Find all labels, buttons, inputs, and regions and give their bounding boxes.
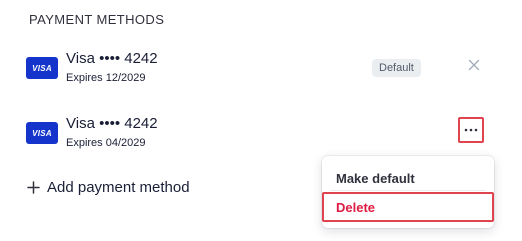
default-badge: Default — [372, 59, 421, 77]
payment-method-row: VISA Visa •••• 4242 Expires 04/2029 — [26, 115, 496, 155]
card-expiry: Expires 12/2029 — [66, 72, 146, 84]
card-expiry: Expires 04/2029 — [66, 137, 146, 149]
close-icon — [468, 59, 480, 71]
card-label: Visa •••• 4242 — [66, 115, 158, 132]
plus-icon — [27, 180, 40, 194]
add-payment-method-label: Add payment method — [47, 178, 190, 196]
card-label: Visa •••• 4242 — [66, 50, 158, 67]
default-badge-label: Default — [379, 62, 414, 74]
remove-payment-method-button[interactable] — [466, 57, 482, 73]
add-payment-method-button[interactable]: Add payment method — [27, 177, 190, 197]
menu-item-label: Delete — [336, 199, 376, 215]
payment-method-row: VISA Visa •••• 4242 Expires 12/2029 Defa… — [26, 50, 496, 90]
more-options-button[interactable] — [458, 117, 484, 143]
visa-card-logo: VISA — [26, 57, 58, 79]
context-menu: Make default Delete — [322, 156, 494, 228]
menu-divider — [330, 190, 486, 191]
menu-item-delete[interactable]: Delete — [322, 192, 494, 222]
more-horizontal-icon — [464, 128, 478, 132]
menu-item-make-default[interactable]: Make default — [322, 167, 494, 189]
menu-item-label: Make default — [336, 170, 415, 186]
section-title: PAYMENT METHODS — [29, 12, 165, 27]
visa-card-logo: VISA — [26, 122, 58, 144]
